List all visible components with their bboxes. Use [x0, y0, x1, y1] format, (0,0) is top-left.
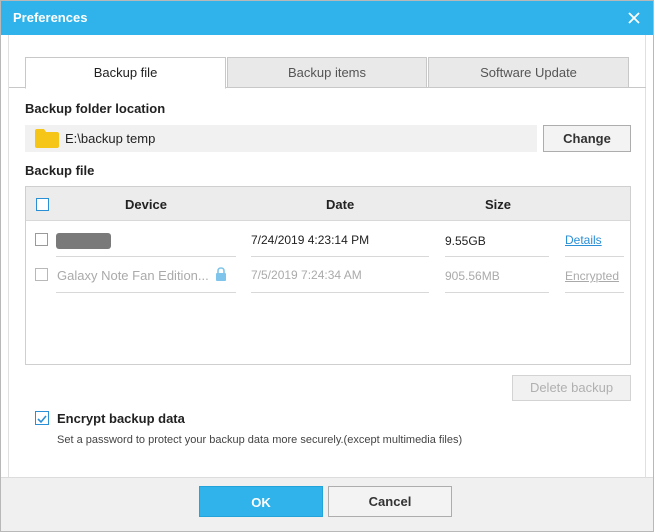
table-header: Device Date Size — [26, 187, 630, 221]
ok-button[interactable]: OK — [199, 486, 323, 517]
row-checkbox[interactable] — [35, 268, 48, 281]
row-divider — [565, 256, 624, 257]
row-divider — [251, 256, 429, 257]
folder-location-field: E:\backup temp — [25, 125, 537, 152]
encrypt-checkbox[interactable] — [35, 411, 49, 425]
lock-icon — [216, 267, 226, 281]
row-checkbox[interactable] — [35, 233, 48, 246]
details-link[interactable]: Details — [565, 233, 602, 247]
folder-icon — [35, 129, 59, 148]
delete-backup-button[interactable]: Delete backup — [512, 375, 631, 401]
encrypted-link[interactable]: Encrypted — [565, 269, 619, 283]
close-icon — [628, 12, 640, 24]
backup-table: Device Date Size 7/24/2019 4:23:14 PM 9.… — [25, 186, 631, 365]
row-divider — [445, 256, 549, 257]
column-device: Device — [125, 197, 167, 212]
cancel-button[interactable]: Cancel — [328, 486, 452, 517]
redacted-device-name — [56, 233, 111, 249]
row-size: 9.55GB — [445, 234, 486, 248]
check-icon — [37, 415, 47, 424]
encrypt-description: Set a password to protect your backup da… — [57, 434, 463, 446]
preferences-dialog: Preferences Backup file Backup items Sof… — [0, 0, 654, 532]
column-size: Size — [485, 197, 512, 212]
folder-path: E:\backup temp — [65, 131, 156, 146]
window-title: Preferences — [13, 10, 88, 25]
row-size: 905.56MB — [445, 269, 500, 283]
row-date: 7/5/2019 7:24:34 AM — [251, 268, 362, 282]
title-bar[interactable]: Preferences — [1, 1, 653, 35]
tab-backup-file[interactable]: Backup file — [25, 57, 226, 89]
select-all-checkbox[interactable] — [36, 198, 49, 211]
backup-file-heading: Backup file — [25, 163, 95, 178]
row-divider — [56, 256, 236, 257]
column-date: Date — [326, 197, 355, 212]
tab-bar: Backup file Backup items Software Update — [25, 57, 629, 89]
row-divider — [565, 292, 624, 293]
close-button[interactable] — [623, 7, 645, 29]
change-button[interactable]: Change — [543, 125, 631, 152]
encrypt-label: Encrypt backup data — [57, 411, 185, 426]
row-divider — [445, 292, 549, 293]
tab-software-update[interactable]: Software Update — [428, 57, 629, 88]
row-date: 7/24/2019 4:23:14 PM — [251, 233, 370, 247]
backup-folder-heading: Backup folder location — [25, 101, 166, 116]
row-device: Galaxy Note Fan Edition... — [57, 268, 209, 283]
row-divider — [251, 292, 429, 293]
row-divider — [56, 292, 236, 293]
tab-backup-items[interactable]: Backup items — [227, 57, 427, 88]
dialog-footer — [1, 477, 653, 531]
